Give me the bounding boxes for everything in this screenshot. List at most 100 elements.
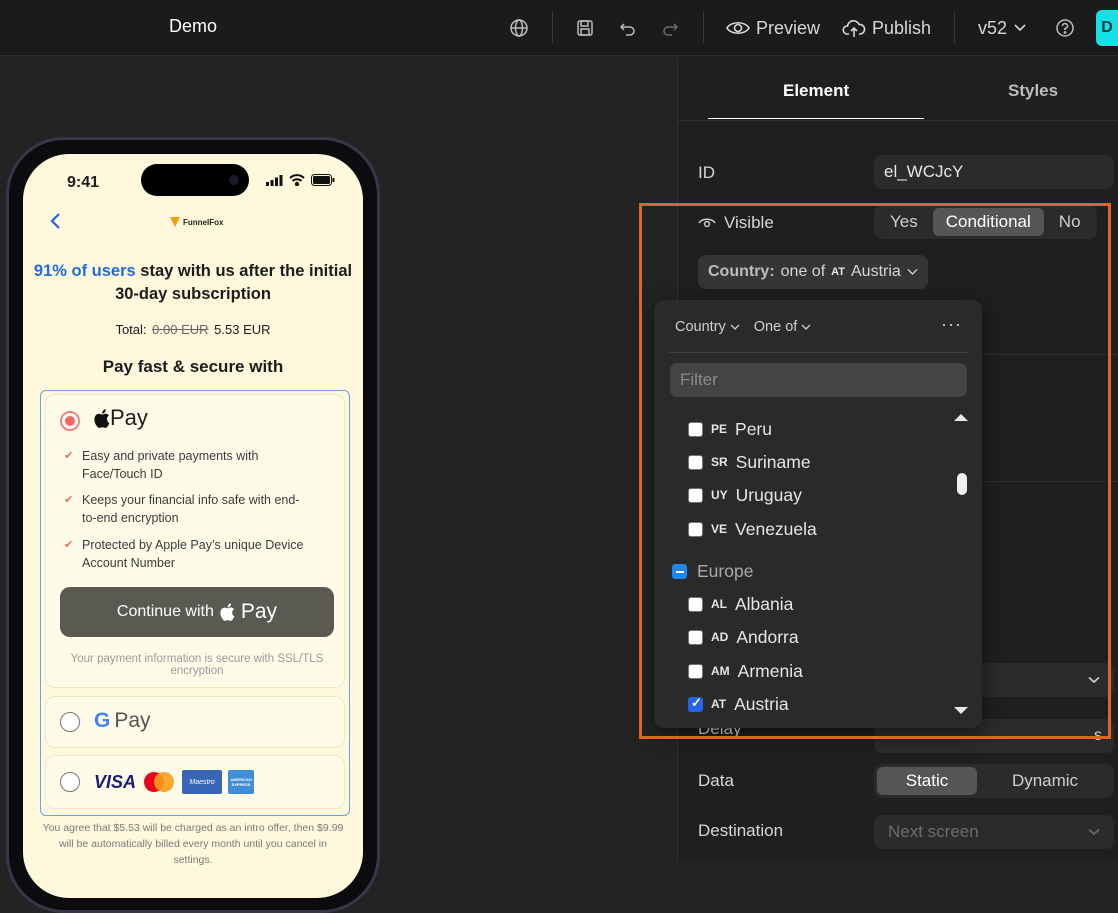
scrollbar-thumb[interactable] bbox=[957, 473, 967, 495]
field-label: Country bbox=[675, 319, 726, 335]
id-input[interactable]: el_WCJcY bbox=[874, 155, 1114, 189]
checkbox[interactable] bbox=[688, 454, 703, 470]
checkbox[interactable] bbox=[688, 521, 703, 537]
apple-pay-radio[interactable] bbox=[60, 411, 80, 431]
country-option-albania[interactable]: AL Albania bbox=[688, 592, 793, 616]
preview-button[interactable]: Preview bbox=[726, 14, 820, 42]
checkbox[interactable] bbox=[688, 487, 703, 503]
phone-screen: 9:41 FunnelFox 91% of users stay with us… bbox=[23, 154, 363, 898]
country-code: PE bbox=[711, 422, 728, 436]
checkbox[interactable] bbox=[688, 421, 703, 437]
card-payment-option[interactable]: VISA Maestro AMERICAN EXPRESS bbox=[45, 755, 345, 809]
battery-icon bbox=[311, 174, 335, 186]
active-tab-indicator bbox=[708, 118, 924, 119]
country-option-andorra[interactable]: AD Andorra bbox=[688, 625, 799, 649]
chevron-down-icon bbox=[1014, 24, 1026, 32]
popover-divider bbox=[668, 352, 968, 353]
tab-divider bbox=[678, 120, 1118, 121]
apple-pay-option[interactable]: Pay Easy and private payments with Face/… bbox=[45, 394, 345, 688]
mastercard-icon bbox=[144, 772, 175, 792]
scroll-down-arrow-icon[interactable] bbox=[954, 707, 968, 714]
help-icon[interactable] bbox=[1051, 14, 1079, 42]
version-dropdown[interactable]: v52 bbox=[978, 14, 1027, 42]
field-dropdown[interactable]: Country bbox=[675, 319, 740, 335]
country-option-armenia[interactable]: AM Armenia bbox=[688, 659, 803, 683]
card-radio[interactable] bbox=[60, 772, 80, 792]
google-pay-logo: G Pay bbox=[94, 709, 151, 733]
redo-icon[interactable] bbox=[656, 14, 684, 42]
visible-no[interactable]: No bbox=[1046, 208, 1094, 236]
publish-button[interactable]: Publish bbox=[842, 14, 931, 42]
visible-yes[interactable]: Yes bbox=[877, 208, 931, 236]
wifi-icon bbox=[289, 174, 305, 186]
account-button[interactable]: D bbox=[1096, 10, 1118, 46]
operator-dropdown[interactable]: One of bbox=[754, 319, 812, 335]
operator-label: One of bbox=[753, 319, 798, 335]
tab-element[interactable]: Element bbox=[783, 81, 849, 101]
checkbox[interactable] bbox=[688, 695, 703, 712]
toolbar-divider bbox=[703, 11, 704, 43]
back-chevron-icon[interactable] bbox=[49, 210, 61, 236]
data-segmented-control: Static Dynamic bbox=[874, 764, 1114, 798]
country-option-suriname[interactable]: SR Suriname bbox=[688, 450, 811, 474]
checkbox[interactable] bbox=[688, 596, 703, 612]
condition-key: Country: bbox=[708, 263, 775, 280]
undo-icon[interactable] bbox=[614, 14, 642, 42]
total-label: Total: bbox=[115, 322, 147, 337]
payment-method-group[interactable]: Pay Easy and private payments with Face/… bbox=[40, 390, 350, 816]
app-title: Demo bbox=[169, 16, 218, 36]
section-divider bbox=[978, 481, 1118, 482]
condition-chip[interactable]: Country: one of AT Austria bbox=[698, 255, 928, 289]
more-options-icon[interactable]: ··· bbox=[941, 314, 962, 335]
country-code: AD bbox=[711, 630, 729, 644]
total-old-price: 0.00 EUR bbox=[152, 322, 209, 337]
scroll-up-arrow-icon[interactable] bbox=[954, 414, 968, 421]
checkbox[interactable] bbox=[688, 629, 703, 645]
tab-styles[interactable]: Styles bbox=[1008, 81, 1058, 101]
amex-icon: AMERICAN EXPRESS bbox=[228, 770, 255, 794]
data-dynamic[interactable]: Dynamic bbox=[979, 767, 1111, 795]
signal-icon bbox=[266, 174, 283, 186]
visible-conditional[interactable]: Conditional bbox=[932, 208, 1044, 236]
headline: 91% of users stay with us after the init… bbox=[33, 260, 353, 306]
maestro-icon: Maestro bbox=[182, 770, 223, 794]
destination-select[interactable]: Next screen bbox=[874, 815, 1114, 849]
chevron-down-icon bbox=[801, 324, 811, 330]
country-option-venezuela[interactable]: VE Venezuela bbox=[688, 517, 817, 541]
visible-segmented-control: Yes Conditional No bbox=[874, 205, 1097, 239]
globe-icon[interactable] bbox=[505, 14, 533, 42]
destination-placeholder: Next screen bbox=[888, 822, 979, 841]
country-filter-popover: Country One of ··· Filter PE Peru SR Sur… bbox=[654, 300, 982, 728]
filter-input[interactable]: Filter bbox=[670, 363, 967, 397]
apple-icon bbox=[220, 603, 235, 621]
google-pay-option[interactable]: G Pay bbox=[45, 696, 345, 748]
total-price: Total: 0.00 EUR 5.53 EUR bbox=[23, 322, 363, 337]
maestro-label: Maestro bbox=[189, 778, 215, 786]
chevron-down-icon bbox=[730, 324, 740, 330]
version-label: v52 bbox=[978, 17, 1008, 38]
visa-logo: VISA bbox=[94, 771, 137, 792]
group-label: Europe bbox=[697, 560, 754, 581]
save-icon[interactable] bbox=[571, 14, 599, 42]
google-pay-radio[interactable] bbox=[60, 712, 80, 732]
country-option-peru[interactable]: PE Peru bbox=[688, 417, 772, 441]
condition-value: Austria bbox=[851, 263, 901, 280]
section-divider bbox=[978, 354, 1118, 355]
country-option-austria[interactable]: AT Austria bbox=[688, 692, 789, 716]
data-label: Data bbox=[698, 771, 734, 790]
condition-operator: one of bbox=[780, 263, 826, 280]
preview-label: Preview bbox=[756, 17, 821, 38]
apple-pay-logo: Pay bbox=[94, 405, 148, 431]
group-europe[interactable]: Europe bbox=[672, 559, 753, 583]
group-checkbox[interactable] bbox=[672, 563, 687, 579]
eye-icon bbox=[698, 218, 716, 228]
condition-code: AT bbox=[831, 266, 845, 278]
pay-title: Pay fast & secure with bbox=[102, 357, 284, 376]
checkbox[interactable] bbox=[688, 663, 703, 679]
data-static[interactable]: Static bbox=[877, 767, 977, 795]
country-name: Andorra bbox=[736, 626, 799, 647]
country-code: AT bbox=[711, 697, 727, 711]
country-option-uruguay[interactable]: UY Uruguay bbox=[688, 483, 802, 507]
country-code: UY bbox=[711, 488, 728, 502]
continue-with-apple-pay-button[interactable]: Continue with Pay bbox=[60, 587, 334, 637]
